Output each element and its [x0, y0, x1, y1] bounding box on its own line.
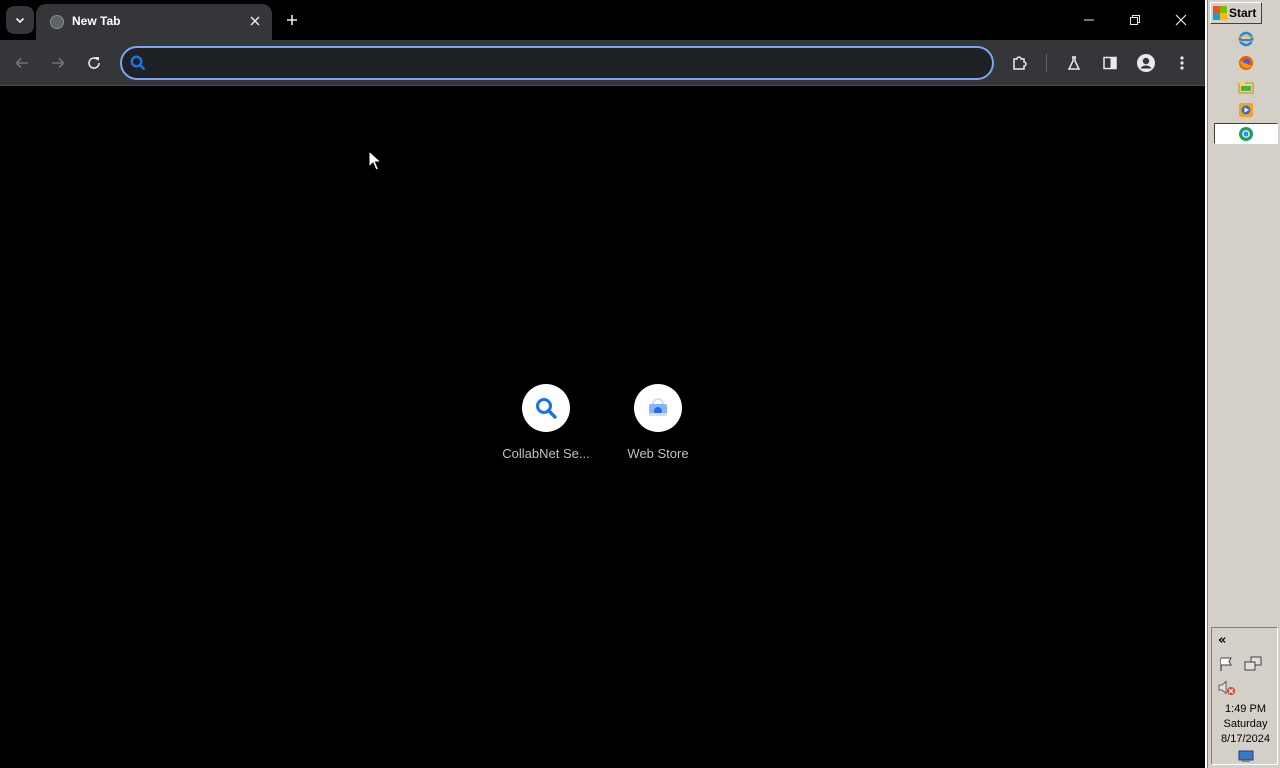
close-icon	[250, 16, 260, 26]
chrome-window: New Tab CollabNet Se... Web Store	[0, 0, 1205, 768]
reload-button[interactable]	[80, 49, 108, 77]
puzzle-icon	[1013, 56, 1027, 70]
firefox-icon	[1239, 56, 1253, 70]
show-hidden-icons-button[interactable]: «	[1218, 633, 1226, 648]
toolbar-separator	[1046, 54, 1047, 72]
avatar-icon	[1137, 54, 1155, 72]
minimize-icon	[1084, 19, 1094, 21]
extensions-button[interactable]	[1006, 49, 1034, 77]
arrow-left-icon	[15, 57, 28, 69]
search-icon	[129, 54, 147, 77]
clock-date: 8/17/2024	[1221, 733, 1270, 745]
close-icon	[1175, 14, 1187, 26]
start-button[interactable]: Start	[1210, 2, 1262, 24]
flask-icon	[1067, 56, 1081, 70]
shortcut-icon-circle	[634, 384, 682, 432]
shortcut-web-store[interactable]: Web Store	[602, 384, 714, 474]
quicklaunch-media-player[interactable]	[1237, 101, 1255, 119]
arrow-right-icon	[52, 57, 65, 69]
shortcut-icon-circle	[522, 384, 570, 432]
close-window-button[interactable]	[1167, 6, 1195, 34]
taskbar-chrome-button[interactable]	[1214, 123, 1278, 144]
forward-button[interactable]	[44, 49, 72, 77]
quicklaunch-firefox[interactable]	[1237, 54, 1255, 72]
taskbar: Start « 1:49 PM Saturday 8/17/2024	[1205, 0, 1280, 768]
clock-time: 1:49 PM	[1225, 703, 1266, 715]
start-label: Start	[1229, 6, 1257, 20]
new-tab-button[interactable]	[280, 8, 304, 32]
chevron-down-icon	[15, 17, 25, 24]
internet-explorer-icon	[1238, 31, 1254, 47]
globe-icon	[50, 15, 64, 29]
web-store-icon	[649, 398, 667, 416]
restore-icon	[1130, 15, 1140, 25]
back-button[interactable]	[8, 49, 36, 77]
network-icon[interactable]	[1244, 656, 1262, 672]
plus-icon	[287, 15, 297, 25]
search-icon	[536, 398, 557, 419]
clock-day: Saturday	[1223, 718, 1268, 730]
windows-logo-icon	[1213, 6, 1227, 20]
mouse-cursor-icon	[368, 150, 382, 171]
side-panel-button[interactable]	[1096, 49, 1124, 77]
screen: New Tab CollabNet Se... Web Store Start …	[0, 0, 1280, 768]
chrome-icon	[1239, 126, 1253, 141]
volume-muted-icon[interactable]	[1218, 680, 1236, 696]
browser-toolbar	[0, 40, 1205, 86]
show-desktop-icon[interactable]	[1237, 749, 1255, 765]
shortcut-label: Web Store	[627, 446, 689, 461]
tab-search-button[interactable]	[6, 6, 34, 34]
folder-icon	[1238, 81, 1254, 94]
menu-button[interactable]	[1168, 49, 1196, 77]
profile-button[interactable]	[1132, 49, 1160, 77]
address-bar[interactable]	[120, 46, 994, 80]
reload-icon	[88, 57, 100, 69]
shortcut-collabnet[interactable]: CollabNet Se...	[490, 384, 602, 474]
tab-new-tab[interactable]: New Tab	[36, 4, 272, 40]
restore-button[interactable]	[1121, 6, 1149, 34]
address-input[interactable]	[158, 54, 978, 72]
action-center-flag-icon[interactable]	[1218, 656, 1236, 672]
kebab-menu-icon	[1180, 56, 1184, 70]
tab-strip: New Tab	[0, 0, 1205, 40]
quicklaunch-ie[interactable]	[1237, 30, 1255, 48]
tab-close-button[interactable]	[246, 12, 264, 30]
new-tab-page: CollabNet Se... Web Store	[0, 87, 1205, 768]
labs-button[interactable]	[1060, 49, 1088, 77]
media-player-icon	[1239, 103, 1253, 117]
system-tray: « 1:49 PM Saturday 8/17/2024	[1211, 627, 1278, 765]
minimize-button[interactable]	[1075, 6, 1103, 34]
quicklaunch-explorer[interactable]	[1237, 78, 1255, 96]
shortcut-label: CollabNet Se...	[502, 446, 590, 461]
side-panel-icon	[1103, 56, 1117, 70]
tab-title: New Tab	[72, 14, 121, 28]
